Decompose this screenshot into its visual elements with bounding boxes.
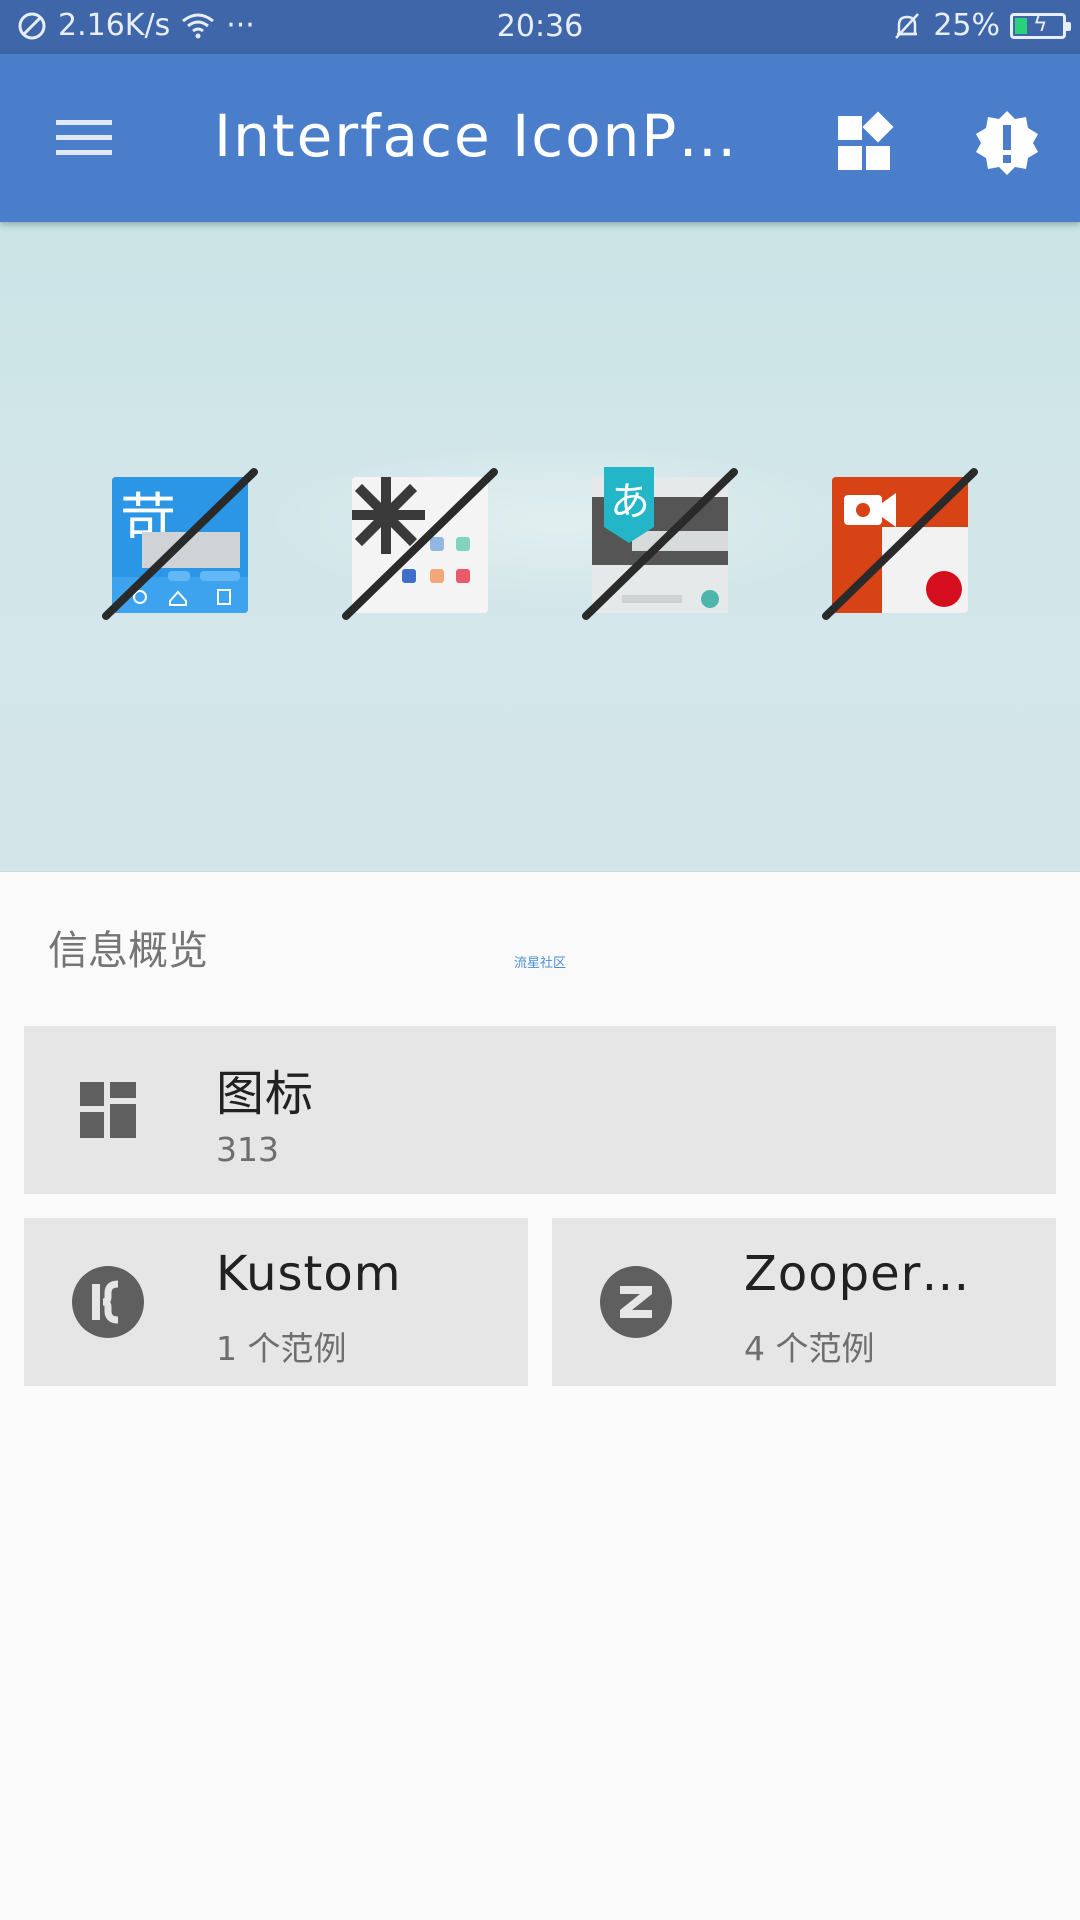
card-name: Zooper… <box>744 1246 971 1302</box>
kustom-card[interactable]: Kustom 1 个范例 <box>24 1218 528 1386</box>
screen-recorder-icon[interactable] <box>832 477 968 613</box>
bell-muted-icon <box>895 12 920 39</box>
japanese-glyph: あ <box>610 479 650 525</box>
battery-icon: ϟ <box>1010 12 1071 39</box>
badge-alert-icon[interactable] <box>972 108 1042 178</box>
kustom-icon <box>72 1266 144 1338</box>
card-name: 图标 <box>216 1066 315 1122</box>
wallpaper-preview: 苛 あ <box>0 222 1080 872</box>
card-count: 1 个范例 <box>216 1329 347 1368</box>
status-bar: 2.16K/s ··· 20:36 25% ϟ <box>0 0 1080 54</box>
gosms-icon[interactable]: 苛 <box>112 477 248 613</box>
zooper-icon <box>600 1266 672 1338</box>
hamburger-menu-icon[interactable] <box>52 114 116 162</box>
app-title: Interface IconP… <box>214 102 739 170</box>
dashboard-icon <box>80 1082 136 1138</box>
battery-percent: 25% <box>933 8 1000 43</box>
google-japanese-input-icon[interactable]: あ <box>592 467 728 613</box>
zooper-card[interactable]: Zooper… 4 个范例 <box>552 1218 1056 1386</box>
launcher-icon[interactable] <box>352 477 488 613</box>
dashboard-icon[interactable] <box>830 108 900 178</box>
icons-card[interactable]: 图标 313 <box>24 1026 1056 1194</box>
status-right: 25% ϟ <box>891 8 1071 43</box>
watermark: 流星社区 <box>513 956 566 971</box>
card-count: 4 个范例 <box>744 1329 875 1368</box>
app-toolbar: Interface IconP… <box>0 54 1080 222</box>
card-count: 313 <box>216 1130 279 1169</box>
card-name: Kustom <box>216 1246 402 1302</box>
